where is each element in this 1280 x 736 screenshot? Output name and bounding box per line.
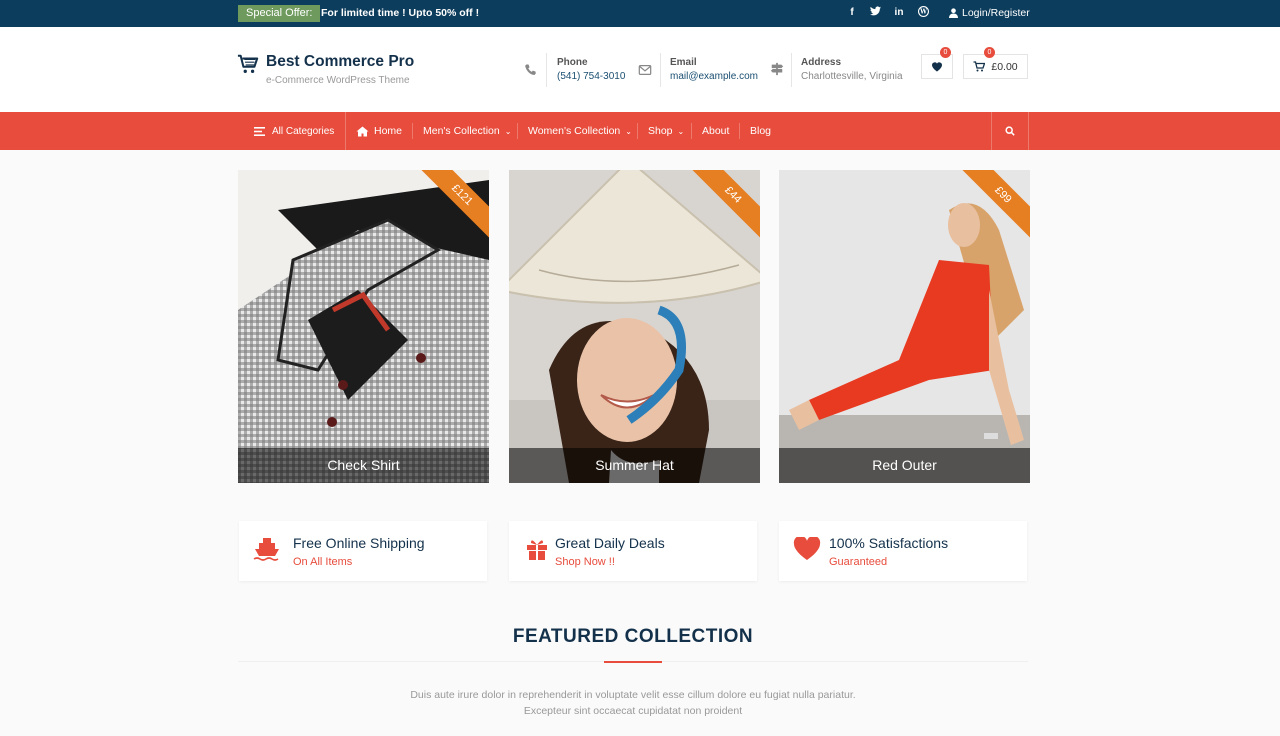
- title-underline: [604, 661, 662, 663]
- feature-title: Great Daily Deals: [555, 535, 665, 551]
- search-icon: [1005, 126, 1015, 136]
- product-name[interactable]: Red Outer: [779, 448, 1030, 483]
- nav-item-about[interactable]: About: [702, 112, 729, 150]
- nav-home-label: Home: [374, 125, 403, 137]
- home-icon: [356, 126, 369, 136]
- all-categories-button[interactable]: All Categories: [238, 112, 346, 150]
- cart-count: 0: [984, 47, 995, 58]
- chevron-down-icon: ⌄: [677, 126, 685, 136]
- cart-total: £0.00: [991, 60, 1018, 73]
- feature-title: Free Online Shipping: [293, 535, 425, 551]
- gift-icon: [527, 540, 547, 560]
- wordpress-icon[interactable]: W: [916, 6, 930, 20]
- featured-collection-title: FEATURED COLLECTION: [512, 626, 754, 647]
- top-bar: Special Offer: For limited time ! Upto 5…: [0, 0, 1280, 27]
- nav-item-shop[interactable]: Shop ⌄: [648, 112, 684, 150]
- email-value[interactable]: mail@example.com: [670, 71, 758, 82]
- login-label: Login/Register: [962, 7, 1030, 19]
- nav-mens-label: Men's Collection: [423, 125, 500, 137]
- heart-icon: [932, 62, 942, 72]
- phone-label: Phone: [557, 57, 588, 68]
- login-register-link[interactable]: Login/Register: [949, 6, 1030, 20]
- product-card-check-shirt[interactable]: £121 Check Shirt: [238, 170, 489, 483]
- feature-subtitle[interactable]: On All Items: [293, 556, 352, 568]
- twitter-icon[interactable]: [868, 6, 882, 20]
- facebook-icon[interactable]: f: [845, 6, 859, 20]
- feature-subtitle[interactable]: Shop Now !!: [555, 556, 615, 568]
- feature-title: 100% Satisfactions: [829, 535, 949, 551]
- chevron-down-icon: ⌄: [504, 126, 512, 136]
- nav-item-blog[interactable]: Blog: [750, 112, 771, 150]
- menu-icon: [254, 126, 265, 136]
- nav-item-home[interactable]: Home: [356, 112, 402, 150]
- feature-daily-deals: Great Daily Deals Shop Now !!: [509, 521, 757, 581]
- envelope-icon: [638, 65, 652, 75]
- feature-subtitle: Guaranteed: [829, 556, 888, 568]
- phone-icon: [525, 64, 536, 75]
- check-shirt-image: [238, 170, 489, 483]
- user-icon: [949, 8, 958, 18]
- address-label: Address: [801, 57, 842, 68]
- site-header: Best Commerce Pro e-Commerce WordPress T…: [0, 27, 1280, 112]
- address-value: Charlottesville, Virginia: [801, 71, 903, 82]
- cart-icon: [973, 61, 986, 72]
- main-navigation: All Categories Home Men's Collection ⌄ W…: [0, 112, 1280, 150]
- product-card-summer-hat[interactable]: £44 Summer Hat: [509, 170, 760, 483]
- linkedin-icon[interactable]: in: [892, 6, 906, 20]
- product-name[interactable]: Check Shirt: [238, 448, 489, 483]
- product-name[interactable]: Summer Hat: [509, 448, 760, 483]
- site-title[interactable]: Best Commerce Pro: [266, 53, 414, 71]
- nav-item-mens-collection[interactable]: Men's Collection ⌄: [423, 112, 511, 150]
- heart-icon: [793, 537, 821, 560]
- summer-hat-image: [509, 170, 760, 483]
- signpost-icon: [770, 62, 784, 76]
- ship-icon: [253, 538, 279, 561]
- special-offer-badge: Special Offer:: [238, 5, 321, 22]
- nav-item-womens-collection[interactable]: Women's Collection ⌄: [528, 112, 632, 150]
- site-tagline: e-Commerce WordPress Theme: [266, 75, 410, 86]
- wishlist-button[interactable]: 0: [921, 47, 953, 79]
- wishlist-count: 0: [940, 47, 951, 58]
- nav-shop-label: Shop: [648, 125, 673, 137]
- phone-value[interactable]: (541) 754-3010: [557, 71, 625, 82]
- nav-divider: [691, 123, 692, 139]
- nav-blog-label: Blog: [750, 125, 772, 137]
- search-button[interactable]: [991, 112, 1029, 150]
- cart-logo-icon[interactable]: [237, 53, 259, 75]
- product-card-red-outer[interactable]: £99 Red Outer: [779, 170, 1030, 483]
- nav-divider: [517, 123, 518, 139]
- feature-satisfaction: 100% Satisfactions Guaranteed: [779, 521, 1027, 581]
- all-categories-label: All Categories: [272, 125, 335, 137]
- feature-free-shipping: Free Online Shipping On All Items: [239, 521, 487, 581]
- nav-divider: [739, 123, 740, 139]
- nav-divider: [637, 123, 638, 139]
- email-label: Email: [670, 57, 697, 68]
- nav-womens-label: Women's Collection: [528, 125, 621, 137]
- featured-collection-description: Duis aute irure dolor in reprehenderit i…: [410, 689, 856, 717]
- cart-button[interactable]: £0.00 0: [963, 47, 1028, 79]
- nav-divider: [412, 123, 413, 139]
- chevron-down-icon: ⌄: [625, 126, 632, 136]
- special-offer-text: For limited time ! Upto 50% off !: [321, 7, 480, 19]
- nav-about-label: About: [702, 125, 730, 137]
- red-outer-image: [779, 170, 1030, 483]
- svg-text:W: W: [919, 9, 927, 16]
